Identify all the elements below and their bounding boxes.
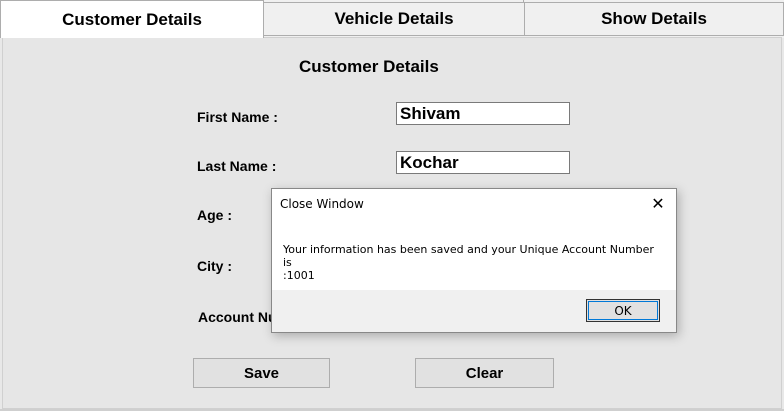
section-title: Customer Details	[299, 57, 439, 76]
account-number-label: Account Nu	[198, 309, 277, 325]
last-name-label: Last Name :	[197, 158, 277, 174]
app-window: Customer Details Vehicle Details Show De…	[0, 0, 784, 411]
dialog-footer: OK	[272, 290, 676, 332]
ok-button[interactable]: OK	[586, 299, 660, 322]
tab-show-details[interactable]: Show Details	[524, 2, 784, 36]
save-button[interactable]: Save	[193, 358, 330, 388]
dialog-title: Close Window	[280, 197, 364, 211]
age-label: Age :	[197, 207, 232, 223]
close-icon[interactable]: ✕	[648, 193, 668, 213]
dialog-message: Your information has been saved and your…	[283, 243, 654, 282]
tab-vehicle-details[interactable]: Vehicle Details	[263, 2, 525, 36]
last-name-input[interactable]: Kochar	[396, 151, 570, 174]
close-window-dialog: Close Window ✕ Your information has been…	[271, 188, 677, 333]
clear-button[interactable]: Clear	[415, 358, 554, 388]
first-name-label: First Name :	[197, 109, 278, 125]
tab-customer-details[interactable]: Customer Details	[0, 0, 264, 38]
city-label: City :	[197, 258, 232, 274]
tab-bar: Customer Details Vehicle Details Show De…	[0, 0, 784, 38]
first-name-input[interactable]: Shivam	[396, 102, 570, 125]
